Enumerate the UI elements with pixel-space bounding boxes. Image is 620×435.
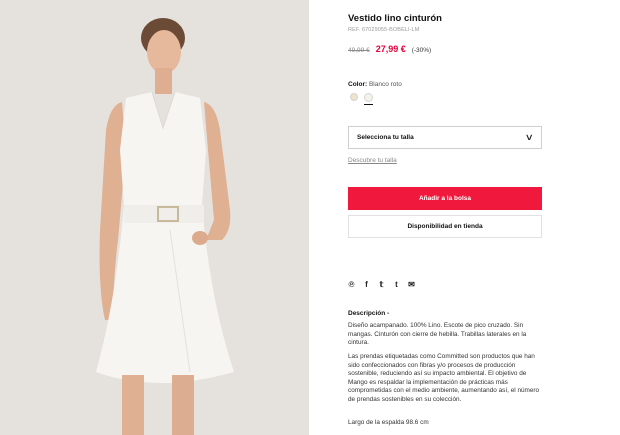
add-to-bag-button[interactable]: Añadir a la bolsa — [348, 187, 542, 210]
color-swatches — [350, 93, 373, 105]
tumblr-icon[interactable]: t — [393, 280, 400, 289]
sale-price: 27,99 € — [375, 44, 406, 54]
facebook-icon[interactable]: f — [363, 280, 370, 289]
price-row: 49,99 € 27,99 € (-30%) — [348, 44, 431, 54]
twitter-icon[interactable]: 𝕥 — [378, 280, 385, 289]
description-paragraph: Diseño acampanado. 100% Lino. Escote de … — [348, 322, 527, 346]
product-title: Vestido lino cinturón — [348, 13, 442, 24]
store-availability-button[interactable]: Disponibilidad en tienda — [348, 215, 542, 238]
product-reference: REF. 67029055-BOBELI-LM — [348, 27, 420, 33]
size-select-dropdown[interactable]: Selecciona tu talla ∨ — [348, 126, 542, 149]
color-swatch-cream[interactable] — [350, 93, 358, 101]
description-title[interactable]: Descripción - — [348, 310, 389, 317]
original-price: 49,99 € — [348, 47, 370, 54]
discount-badge: (-30%) — [411, 47, 432, 54]
model-wearing-dress-image — [0, 0, 309, 435]
color-label: Color: — [348, 81, 368, 88]
color-swatch-offwhite-selected[interactable] — [364, 93, 373, 105]
product-photo[interactable] — [0, 0, 309, 435]
share-icons: ℗ f 𝕥 t ✉ — [348, 280, 415, 289]
description-paragraph: Las prendas etiquetadas como Committed s… — [348, 353, 540, 403]
description-paragraph: Largo de la espalda 98.6 cm — [348, 419, 429, 426]
color-value: Blanco roto — [368, 81, 402, 88]
chevron-down-icon: ∨ — [525, 132, 535, 142]
color-selection: Color: Blanco roto — [348, 81, 402, 88]
email-icon[interactable]: ✉ — [408, 280, 415, 289]
size-select-label: Selecciona tu talla — [357, 134, 414, 141]
pinterest-icon[interactable]: ℗ — [348, 280, 355, 289]
size-guide-link[interactable]: Descubre tu talla — [348, 157, 397, 164]
